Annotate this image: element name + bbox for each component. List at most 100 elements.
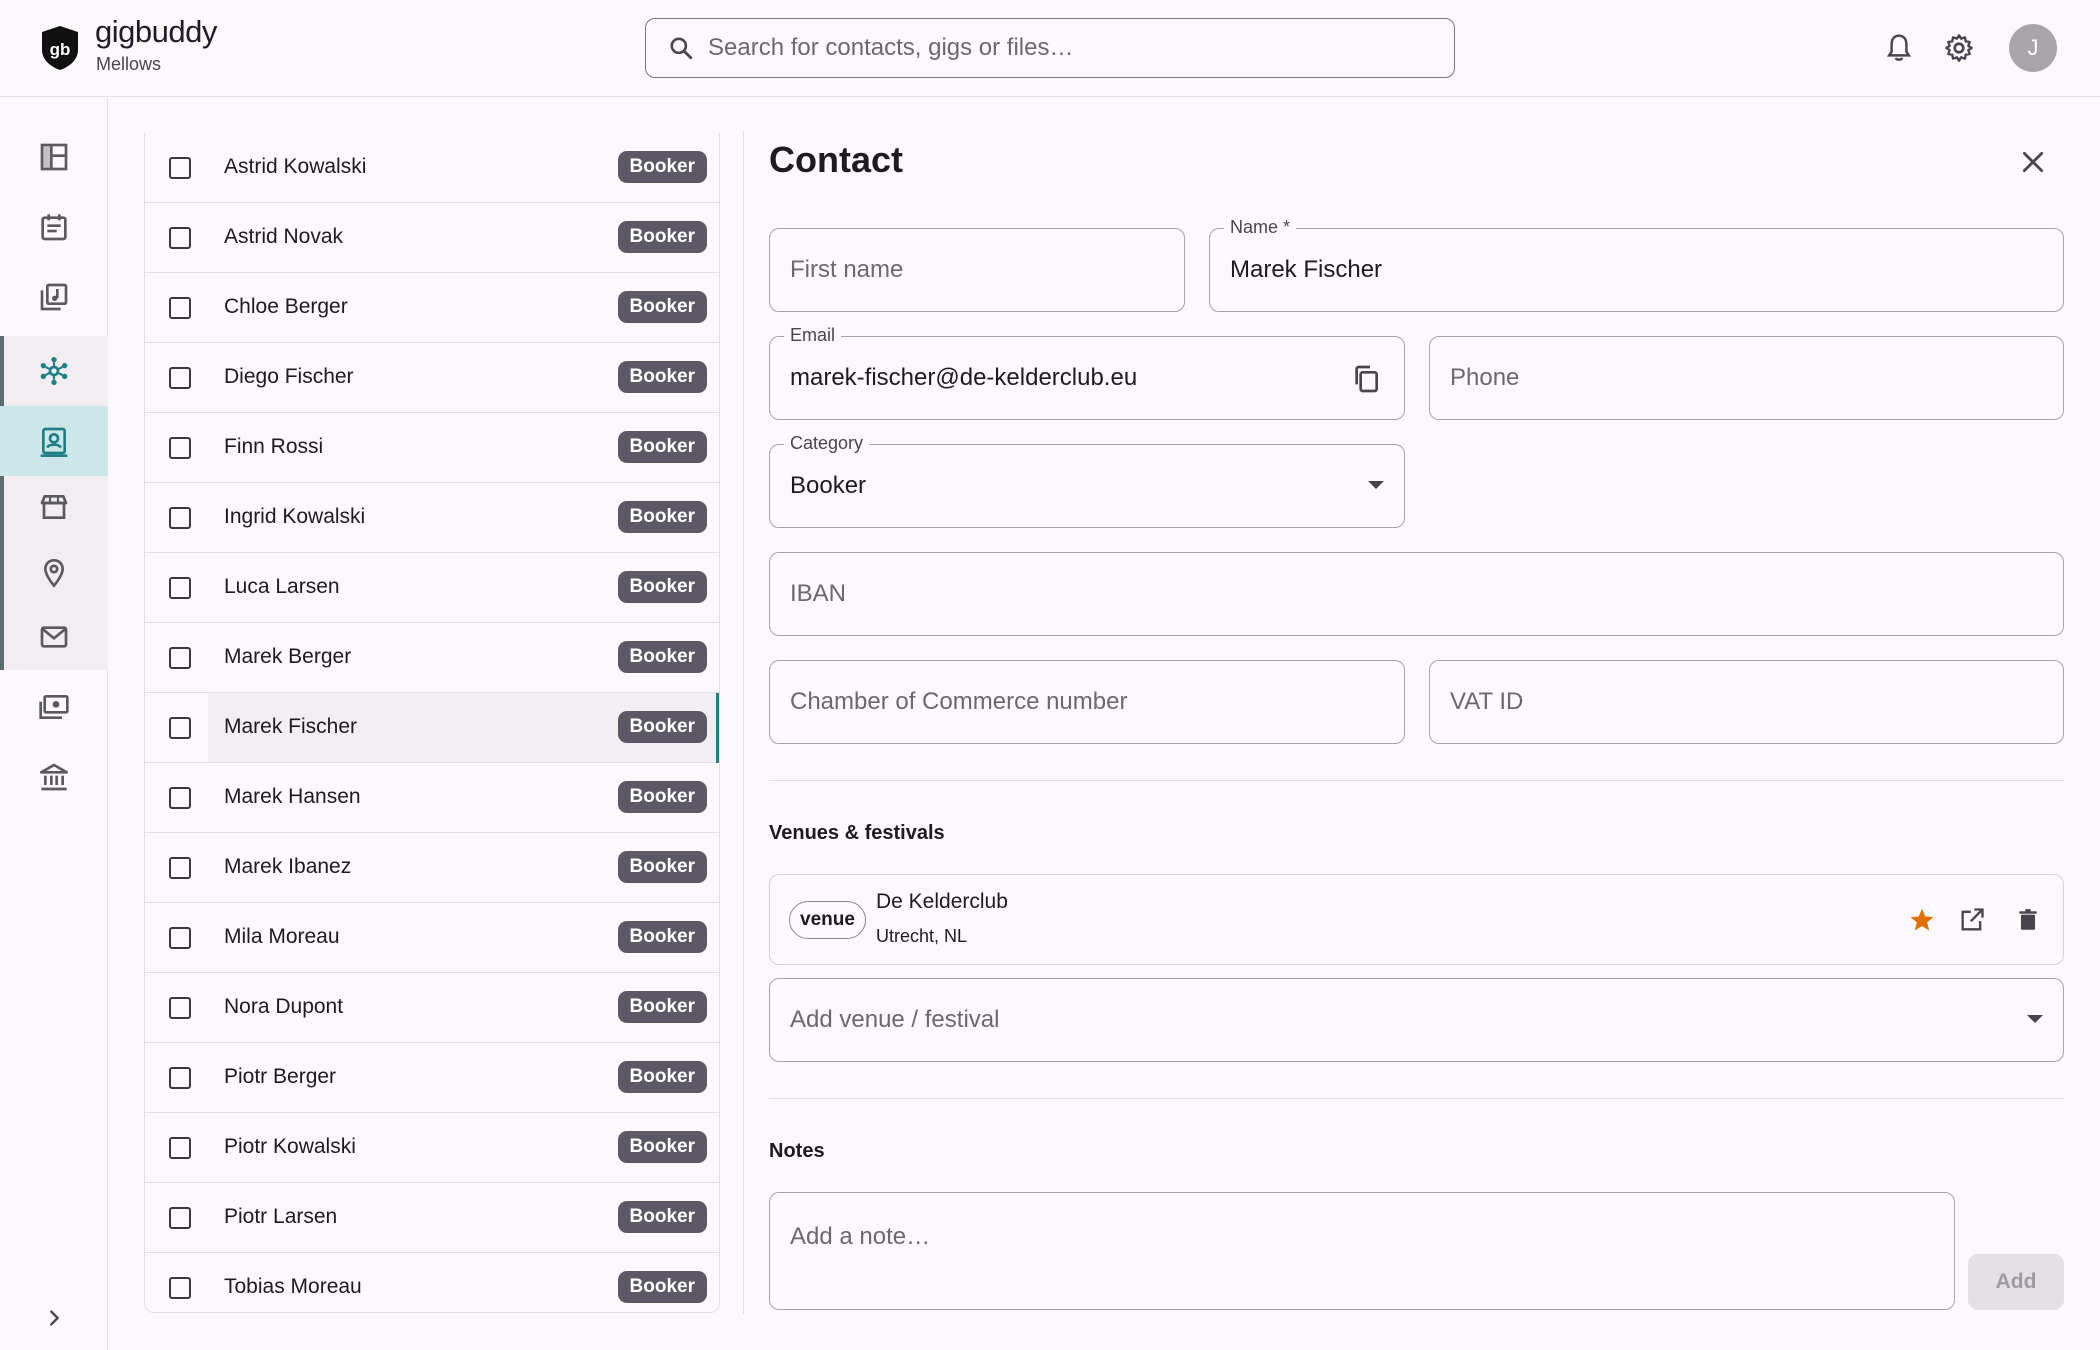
- contact-row[interactable]: Piotr Berger Booker: [145, 1043, 719, 1113]
- category-badge: Booker: [617, 571, 707, 603]
- contact-name: Ingrid Kowalski: [224, 505, 366, 528]
- navigation-rail: [0, 98, 108, 1350]
- nav-music-library[interactable]: [0, 262, 108, 332]
- add-note-button[interactable]: Add: [1968, 1254, 2064, 1310]
- category-badge: Booker: [617, 991, 707, 1023]
- row-checkbox[interactable]: [169, 297, 191, 319]
- row-checkbox[interactable]: [169, 227, 191, 249]
- panel-divider: [743, 131, 744, 1314]
- note-input[interactable]: Add a note…: [769, 1192, 1955, 1310]
- contacts-icon: [40, 427, 68, 457]
- add-venue-select[interactable]: Add venue / festival: [769, 978, 2064, 1062]
- row-checkbox[interactable]: [169, 1277, 191, 1299]
- network-icon: [40, 357, 68, 385]
- chamber-of-commerce-field[interactable]: Chamber of Commerce number: [769, 660, 1405, 744]
- contact-row[interactable]: Marek Hansen Booker: [145, 763, 719, 833]
- iban-field[interactable]: IBAN: [769, 552, 2064, 636]
- category-badge: Booker: [617, 781, 707, 813]
- search-input[interactable]: [708, 29, 1428, 67]
- row-checkbox[interactable]: [169, 367, 191, 389]
- row-checkbox[interactable]: [169, 927, 191, 949]
- first-name-field[interactable]: First name: [769, 228, 1185, 312]
- nav-locations[interactable]: [0, 538, 108, 608]
- trash-icon: [2019, 909, 2037, 930]
- contact-name: Marek Ibanez: [224, 855, 352, 878]
- mail-icon: [40, 626, 68, 648]
- music-library-icon: [40, 283, 68, 311]
- contact-row[interactable]: Marek Berger Booker: [145, 623, 719, 693]
- first-name-placeholder: First name: [790, 256, 904, 283]
- contact-name: Diego Fischer: [224, 365, 354, 388]
- bell-icon: [1886, 34, 1912, 61]
- row-checkbox[interactable]: [169, 717, 191, 739]
- nav-contacts[interactable]: [0, 406, 108, 476]
- brand-name[interactable]: gigbuddy: [95, 14, 217, 50]
- search-icon: [670, 37, 693, 60]
- email-field[interactable]: Email marek-fischer@de-kelderclub.eu: [769, 325, 1405, 420]
- contact-row[interactable]: Nora Dupont Booker: [145, 973, 719, 1043]
- category-badge: Booker: [617, 1131, 707, 1163]
- contact-row[interactable]: Chloe Berger Booker: [145, 273, 719, 343]
- phone-placeholder: Phone: [1450, 364, 1520, 391]
- row-checkbox[interactable]: [169, 857, 191, 879]
- expand-rail-button[interactable]: [36, 1300, 72, 1336]
- close-button[interactable]: [2016, 145, 2050, 179]
- category-badge: Booker: [617, 711, 707, 743]
- nav-calendar[interactable]: [0, 192, 108, 262]
- category-badge: Booker: [617, 221, 707, 253]
- contact-row[interactable]: Ingrid Kowalski Booker: [145, 483, 719, 553]
- row-checkbox[interactable]: [169, 787, 191, 809]
- settings-button[interactable]: [1938, 27, 1980, 69]
- nav-network[interactable]: [0, 336, 108, 406]
- nav-mail[interactable]: [0, 602, 108, 672]
- contact-name: Astrid Kowalski: [224, 155, 367, 178]
- contact-row[interactable]: Astrid Kowalski Booker: [145, 133, 719, 203]
- category-badge: Booker: [617, 1271, 707, 1303]
- contact-row[interactable]: Marek Fischer Booker: [145, 693, 719, 763]
- category-badge: Booker: [617, 1201, 707, 1233]
- row-checkbox[interactable]: [169, 157, 191, 179]
- nav-dashboard[interactable]: [0, 122, 108, 192]
- dropdown-arrow-icon: [2027, 1015, 2043, 1023]
- contact-row[interactable]: Diego Fischer Booker: [145, 343, 719, 413]
- open-venue-button[interactable]: [1956, 904, 1988, 936]
- name-field[interactable]: Name * Marek Fischer: [1209, 217, 2064, 312]
- selected-row-indicator: [716, 693, 719, 763]
- nav-bank[interactable]: [0, 742, 108, 812]
- category-badge: Booker: [617, 361, 707, 393]
- chevron-right-icon: [50, 1310, 59, 1326]
- row-checkbox[interactable]: [169, 1067, 191, 1089]
- category-label: Category: [784, 433, 870, 454]
- row-checkbox[interactable]: [169, 437, 191, 459]
- global-search[interactable]: [645, 18, 1455, 78]
- copy-icon[interactable]: [1350, 363, 1382, 395]
- nav-finance[interactable]: [0, 672, 108, 742]
- contact-row[interactable]: Piotr Kowalski Booker: [145, 1113, 719, 1183]
- row-checkbox[interactable]: [169, 1137, 191, 1159]
- row-checkbox[interactable]: [169, 997, 191, 1019]
- coc-placeholder: Chamber of Commerce number: [790, 688, 1128, 715]
- contact-row[interactable]: Finn Rossi Booker: [145, 413, 719, 483]
- contact-row[interactable]: Marek Ibanez Booker: [145, 833, 719, 903]
- user-avatar[interactable]: J: [2009, 24, 2057, 72]
- close-icon: [2022, 151, 2044, 173]
- row-checkbox[interactable]: [169, 1207, 191, 1229]
- contact-row[interactable]: Luca Larsen Booker: [145, 553, 719, 623]
- category-select[interactable]: Category Booker: [769, 433, 1405, 528]
- favorite-button[interactable]: [1906, 904, 1938, 936]
- venue-card[interactable]: venue De Kelderclub Utrecht, NL: [769, 874, 2064, 965]
- notifications-button[interactable]: [1878, 27, 1920, 69]
- contact-row[interactable]: Piotr Larsen Booker: [145, 1183, 719, 1253]
- row-checkbox[interactable]: [169, 507, 191, 529]
- row-checkbox[interactable]: [169, 577, 191, 599]
- contact-row[interactable]: Mila Moreau Booker: [145, 903, 719, 973]
- vat-id-field[interactable]: VAT ID: [1429, 660, 2064, 744]
- delete-venue-button[interactable]: [2012, 904, 2044, 936]
- contact-row[interactable]: Tobias Moreau Booker: [145, 1253, 719, 1312]
- contact-row[interactable]: Astrid Novak Booker: [145, 203, 719, 273]
- gigbuddy-logo-icon[interactable]: gb: [38, 24, 82, 72]
- nav-store[interactable]: [0, 472, 108, 542]
- row-checkbox[interactable]: [169, 647, 191, 669]
- phone-field[interactable]: Phone: [1429, 336, 2064, 420]
- gear-icon: [1945, 34, 1973, 62]
